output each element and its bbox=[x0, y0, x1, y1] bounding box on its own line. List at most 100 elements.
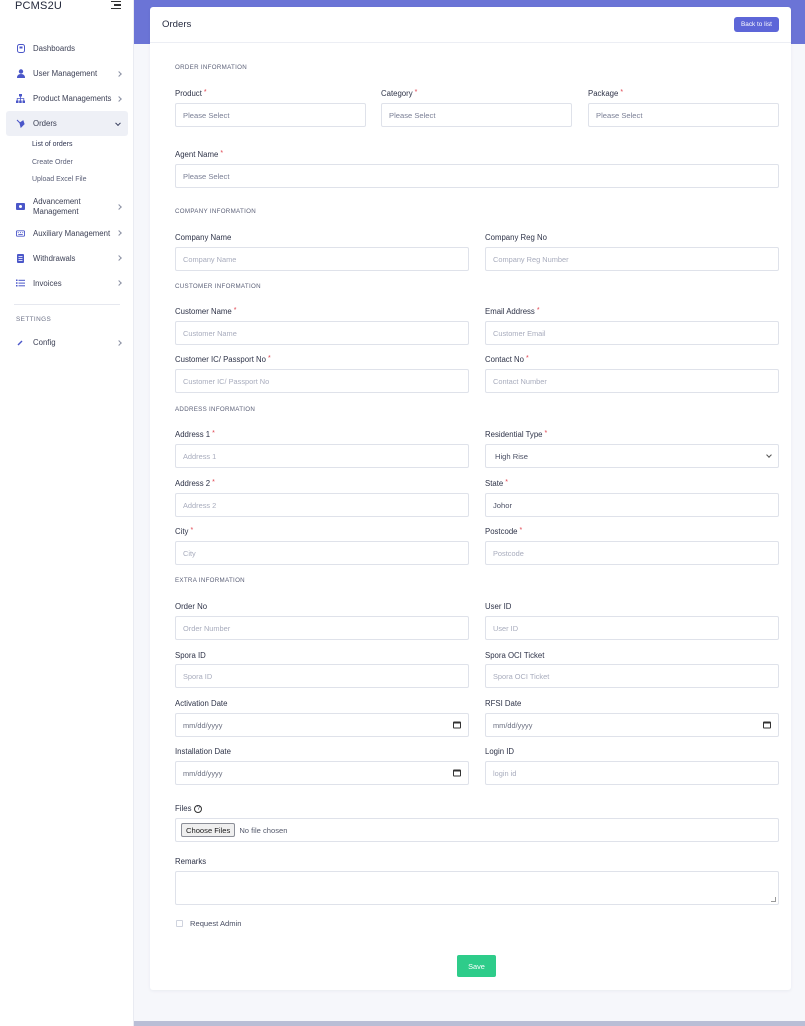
chevron-right-icon bbox=[116, 203, 122, 210]
spora-id-input[interactable]: Spora ID bbox=[175, 664, 469, 688]
resize-handle-icon[interactable] bbox=[771, 897, 776, 902]
residential-type-value: High Rise bbox=[495, 451, 528, 461]
rfsi-date-label: RFSI Date bbox=[485, 699, 522, 708]
customer-ic-label: Customer IC/ Passport No * bbox=[175, 355, 271, 364]
sidebar-item-invoices[interactable]: Invoices bbox=[0, 271, 133, 296]
remarks-textarea[interactable] bbox=[175, 871, 779, 905]
sidebar-item-advancement-management[interactable]: Advancement Management bbox=[0, 193, 133, 221]
sidebar-subitem-upload-excel[interactable]: Upload Excel File bbox=[0, 171, 133, 189]
sidebar-item-product-managements[interactable]: Product Managements bbox=[0, 86, 133, 111]
spora-oci-input[interactable]: Spora OCI Ticket bbox=[485, 664, 779, 688]
login-id-input[interactable]: login id bbox=[485, 761, 779, 785]
chevron-down-icon bbox=[766, 452, 772, 458]
chevron-right-icon bbox=[116, 70, 122, 77]
remarks-label: Remarks bbox=[175, 857, 207, 866]
package-select[interactable]: Please Select bbox=[588, 103, 779, 127]
files-input[interactable]: Choose Files No file chosen bbox=[175, 818, 779, 842]
city-label: City * bbox=[175, 527, 194, 536]
sidebar-subitem-list-of-orders[interactable]: List of orders bbox=[0, 136, 133, 154]
customer-name-input[interactable]: Customer Name bbox=[175, 321, 469, 345]
rfsi-date-input[interactable]: mm/dd/yyyy bbox=[485, 713, 779, 737]
sidebar-item-config[interactable]: Config bbox=[0, 327, 133, 347]
sidebar-item-dashboards[interactable]: Dashboards bbox=[0, 36, 133, 61]
installation-date-label: Installation Date bbox=[175, 747, 231, 756]
list-icon bbox=[16, 279, 25, 288]
section-company-information: COMPANY INFORMATION bbox=[175, 208, 256, 215]
calendar-icon[interactable] bbox=[453, 769, 461, 777]
residential-type-select[interactable]: High Rise bbox=[485, 444, 779, 468]
user-id-input[interactable]: User ID bbox=[485, 616, 779, 640]
file-status: No file chosen bbox=[239, 825, 288, 835]
order-no-input[interactable]: Order Number bbox=[175, 616, 469, 640]
sidebar-item-withdrawals[interactable]: Withdrawals bbox=[0, 246, 133, 271]
brand-logo[interactable]: PCMS2U bbox=[15, 0, 62, 12]
contact-input[interactable]: Contact Number bbox=[485, 369, 779, 393]
required-marker: * bbox=[536, 307, 540, 314]
category-label: Category * bbox=[381, 89, 418, 98]
customer-name-label: Customer Name * bbox=[175, 307, 237, 316]
required-marker: * bbox=[526, 355, 529, 362]
required-marker: * bbox=[212, 479, 215, 486]
address1-input[interactable]: Address 1 bbox=[175, 444, 469, 468]
residential-type-label: Residential Type * bbox=[485, 430, 548, 439]
spora-id-label: Spora ID bbox=[175, 651, 206, 660]
chevron-right-icon bbox=[116, 339, 122, 346]
card-header: Orders Back to list bbox=[150, 7, 791, 43]
postcode-input[interactable]: Postcode bbox=[485, 541, 779, 565]
save-button[interactable]: Save bbox=[457, 955, 496, 977]
required-marker: * bbox=[233, 307, 237, 314]
activation-date-input[interactable]: mm/dd/yyyy bbox=[175, 713, 469, 737]
request-admin-checkbox[interactable] bbox=[176, 920, 183, 927]
chevron-right-icon bbox=[116, 230, 122, 236]
city-input[interactable]: City bbox=[175, 541, 469, 565]
sidebar-subitem-create-order[interactable]: Create Order bbox=[0, 154, 133, 172]
spora-oci-label: Spora OCI Ticket bbox=[485, 651, 545, 660]
back-to-list-button[interactable]: Back to list bbox=[734, 17, 779, 32]
date-placeholder: mm/dd/yyyy bbox=[493, 720, 533, 730]
product-select[interactable]: Please Select bbox=[175, 103, 366, 127]
money-icon bbox=[16, 202, 25, 211]
sidebar-item-orders[interactable]: Orders bbox=[6, 111, 128, 136]
calendar-icon[interactable] bbox=[453, 721, 461, 729]
email-input[interactable]: Customer Email bbox=[485, 321, 779, 345]
chevron-right-icon bbox=[116, 255, 122, 261]
sidebar-item-label: Orders bbox=[33, 119, 57, 128]
company-reg-label: Company Reg No bbox=[485, 233, 547, 242]
section-order-information: ORDER INFORMATION bbox=[175, 64, 248, 71]
menu-toggle-icon[interactable] bbox=[111, 1, 121, 10]
customer-ic-input[interactable]: Customer IC/ Passport No bbox=[175, 369, 469, 393]
sidebar-item-label: Product Managements bbox=[33, 94, 112, 103]
files-label: Files? bbox=[175, 804, 203, 814]
help-icon[interactable]: ? bbox=[194, 805, 203, 813]
category-select[interactable]: Please Select bbox=[381, 103, 572, 127]
required-marker: * bbox=[203, 89, 207, 96]
chevron-down-icon bbox=[115, 119, 121, 126]
required-marker: * bbox=[190, 527, 194, 534]
withdraw-icon bbox=[16, 253, 25, 263]
agent-name-select[interactable]: Please Select bbox=[175, 164, 779, 188]
company-name-input[interactable]: Company Name bbox=[175, 247, 469, 271]
sidebar-item-user-management[interactable]: User Management bbox=[0, 61, 133, 86]
postcode-label: Postcode * bbox=[485, 527, 523, 536]
required-marker: * bbox=[519, 527, 523, 534]
sidebar: PCMS2U Dashboards User Management Produc… bbox=[0, 0, 134, 1026]
state-label: State * bbox=[485, 479, 508, 488]
orders-icon bbox=[16, 119, 25, 128]
contact-label: Contact No * bbox=[485, 355, 529, 364]
installation-date-input[interactable]: mm/dd/yyyy bbox=[175, 761, 469, 785]
choose-files-button[interactable]: Choose Files bbox=[181, 823, 236, 837]
sidebar-item-auxiliary-management[interactable]: Auxiliary Management bbox=[0, 221, 133, 246]
address2-input[interactable]: Address 2 bbox=[175, 493, 469, 517]
date-placeholder: mm/dd/yyyy bbox=[183, 720, 223, 730]
calendar-icon[interactable] bbox=[763, 721, 771, 729]
required-marker: * bbox=[268, 355, 271, 362]
request-admin-label: Request Admin bbox=[190, 919, 242, 928]
order-form-card: Orders Back to list ORDER INFORMATION Pr… bbox=[150, 7, 791, 990]
settings-heading: SETTINGS bbox=[16, 316, 52, 323]
company-reg-input[interactable]: Company Reg Number bbox=[485, 247, 779, 271]
state-input[interactable]: Johor bbox=[485, 493, 779, 517]
package-label: Package * bbox=[588, 89, 624, 98]
sidebar-nav: Dashboards User Management Product Manag… bbox=[0, 36, 133, 347]
sidebar-item-label: Withdrawals bbox=[33, 253, 76, 263]
address2-label: Address 2 * bbox=[175, 479, 215, 488]
